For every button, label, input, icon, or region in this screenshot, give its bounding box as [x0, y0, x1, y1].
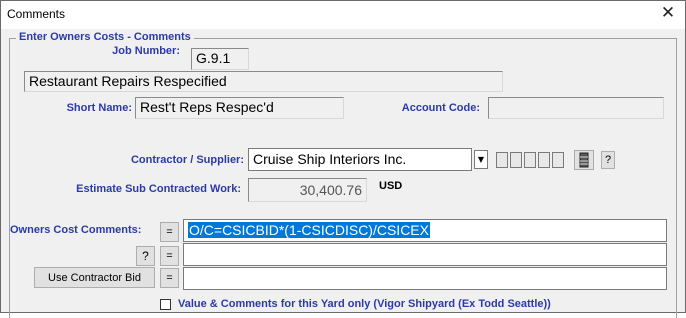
- use-contractor-bid-button[interactable]: Use Contractor Bid: [34, 267, 155, 288]
- estimate-field[interactable]: 30,400.76: [248, 178, 367, 202]
- flag-box-3[interactable]: [524, 152, 536, 168]
- owners-cost-line-2[interactable]: [183, 243, 667, 266]
- chevron-down-icon[interactable]: ▼: [474, 150, 488, 169]
- flag-box-4[interactable]: [538, 152, 550, 168]
- yard-only-checkbox[interactable]: [160, 299, 171, 310]
- estimate-label: Estimate Sub Contracted Work:: [76, 183, 241, 195]
- help-button[interactable]: ?: [136, 246, 155, 266]
- job-number-label: Job Number:: [112, 45, 180, 57]
- account-code-label: Account Code:: [401, 102, 480, 114]
- contractor-label: Contractor / Supplier:: [130, 154, 244, 166]
- close-button[interactable]: ✕: [654, 2, 682, 26]
- short-name-field[interactable]: Rest't Reps Respec'd: [135, 97, 344, 119]
- insert-expression-button-1[interactable]: =: [160, 222, 179, 242]
- owners-cost-label: Owners Cost Comments:: [10, 224, 142, 236]
- job-description-field[interactable]: Restaurant Repairs Respecified: [24, 71, 503, 92]
- insert-expression-button-2[interactable]: =: [160, 246, 179, 266]
- owners-cost-line-1[interactable]: O/C=CSICBID*(1-CSICDISC)/CSICEX: [183, 219, 667, 242]
- title-bar: [1, 1, 685, 29]
- contractor-help-button[interactable]: ?: [601, 151, 615, 169]
- job-number-field[interactable]: G.9.1: [191, 48, 249, 70]
- flag-box-1[interactable]: [496, 152, 508, 168]
- owners-cost-line-3[interactable]: [183, 267, 667, 290]
- flag-box-5[interactable]: [552, 152, 564, 168]
- account-code-field[interactable]: [488, 97, 664, 119]
- yard-only-label: Value & Comments for this Yard only (Vig…: [178, 298, 551, 310]
- window-title: Comments: [7, 7, 66, 21]
- groupbox-legend: Enter Owners Costs - Comments: [16, 31, 194, 43]
- cabinet-icon[interactable]: [574, 150, 594, 170]
- flag-box-2[interactable]: [510, 152, 522, 168]
- short-name-label: Short Name:: [66, 102, 132, 114]
- cabinet-icon-graphic: [579, 152, 589, 168]
- insert-expression-button-3[interactable]: =: [160, 268, 179, 288]
- selected-formula-text: O/C=CSICBID*(1-CSICDISC)/CSICEX: [188, 222, 430, 238]
- contractor-combobox[interactable]: Cruise Ship Interiors Inc.: [248, 148, 472, 171]
- currency-label: USD: [379, 180, 403, 192]
